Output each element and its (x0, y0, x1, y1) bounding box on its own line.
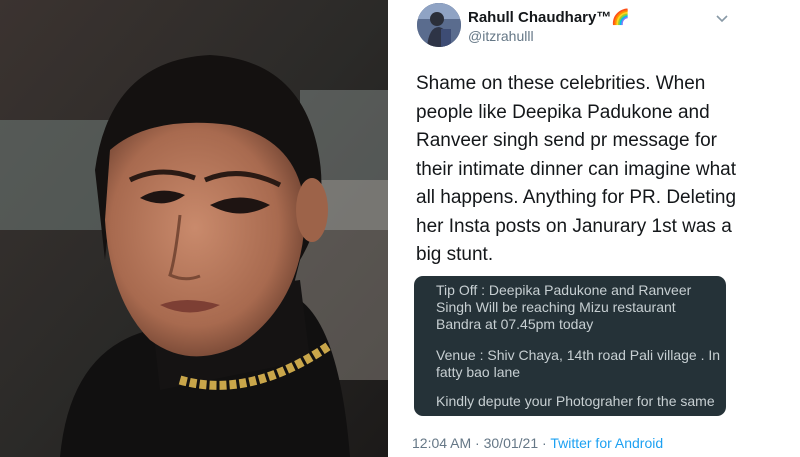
avatar[interactable] (417, 3, 461, 47)
tweet-card: Rahull Chaudhary™🌈 @itzrahulll Shame on … (412, 0, 800, 457)
meta-separator: · (542, 435, 547, 451)
tweet-text-line: their intimate dinner can imagine what (416, 158, 737, 180)
author-handle[interactable]: @itzrahulll (468, 28, 534, 44)
author-name-text: Rahull Chaudhary™ (468, 9, 612, 26)
avatar-image (417, 3, 461, 47)
tweet-time[interactable]: 12:04 AM (412, 435, 471, 451)
tweet-text-line: big stunt. (416, 244, 494, 265)
meta-separator: · (475, 435, 480, 451)
photo-illustration (0, 0, 388, 457)
chevron-down-icon[interactable] (714, 10, 730, 26)
message-line: fatty bao lane (436, 364, 521, 380)
panel-divider (388, 0, 412, 457)
chevron-down-icon-graphic (716, 15, 728, 23)
tweet-text-line: Shame on these celebrities. When (416, 73, 706, 94)
message-line: Kindly depute your Photograher for the s… (436, 393, 715, 409)
rainbow-emoji: 🌈 (611, 9, 631, 26)
tweet-text: Shame on these celebrities. When people … (416, 70, 796, 270)
celebrity-photo (0, 0, 388, 457)
tweet-text-line: all happens. Anything for PR. Deleting (416, 187, 737, 208)
message-line: Venue : Shiv Chaya, 14th road Pali villa… (436, 347, 721, 363)
message-line: Singh Will be reaching Mizu restaurant (436, 299, 676, 315)
message-line: Bandra at 07.45pm today (436, 316, 594, 332)
message-line: Tip Off : Deepika Padukone and Ranveer (436, 282, 692, 298)
tweet-text-line: Ranveer singh send pr message for (416, 130, 717, 151)
tweet-text-line: people like Deepika Padukone and (416, 101, 710, 123)
tweet-source-link[interactable]: Twitter for Android (550, 435, 663, 451)
author-name[interactable]: Rahull Chaudhary™🌈 (468, 8, 630, 26)
tweet-text-line: her Insta posts on Janurary 1st was a (416, 215, 732, 237)
tweet-date[interactable]: 30/01/21 (484, 435, 539, 451)
attached-message-screenshot[interactable]: Tip Off : Deepika Padukone and Ranveer S… (414, 276, 726, 416)
tweet-metadata: 12:04 AM · 30/01/21 · Twitter for Androi… (412, 435, 663, 451)
